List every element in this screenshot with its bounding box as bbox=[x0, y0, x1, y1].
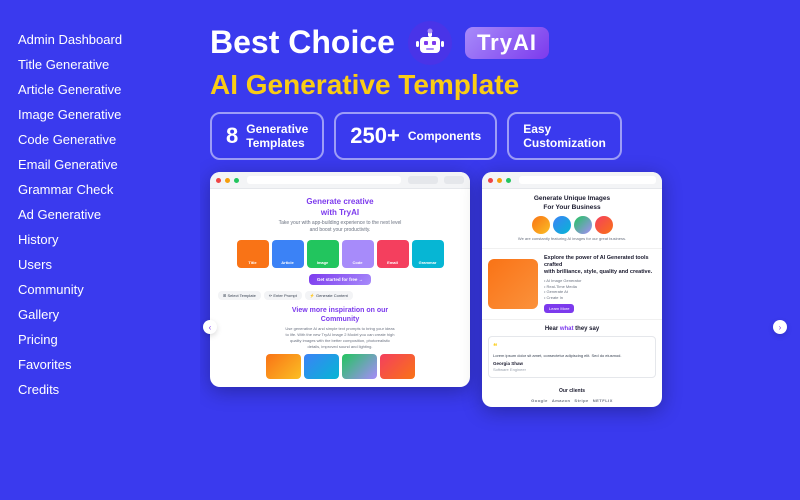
right-section-2: Explore the power of AI Generated tools … bbox=[482, 249, 662, 320]
browser-btn bbox=[444, 176, 464, 184]
right-mid-text: Explore the power of AI Generated tools … bbox=[544, 255, 656, 313]
right-clients-title: Our clients bbox=[482, 384, 662, 398]
preview-card-image: Image bbox=[307, 240, 339, 268]
sidebar-item-ad-generative[interactable]: Ad Generative bbox=[16, 203, 184, 226]
template-chip-select: ⊞ Select Template bbox=[218, 291, 261, 300]
badge-templates-number: 8 bbox=[226, 123, 238, 149]
right-logos: Google Amazon Stripe NETFLIX bbox=[482, 398, 662, 407]
preview-right: Generate Unique ImagesFor Your Business … bbox=[482, 172, 662, 407]
sidebar-nav: Admin Dashboard Title Generative Article… bbox=[16, 28, 184, 401]
badge-templates-text: Generative Templates bbox=[246, 122, 308, 151]
right-section-1: Generate Unique ImagesFor Your Business … bbox=[482, 189, 662, 248]
feature-badge-customization: Easy Customization bbox=[507, 112, 622, 161]
hero-title-line1: Best Choice TryAI bbox=[210, 18, 780, 68]
url-bar-r bbox=[519, 176, 656, 184]
preview-hero-sub: Take your with app-building experience t… bbox=[218, 220, 462, 234]
hero-section: Best Choice TryAI bbox=[210, 18, 780, 160]
sidebar-item-admin-dashboard[interactable]: Admin Dashboard bbox=[16, 28, 184, 51]
preview-cards-row: Title Article Image Code Email Grammar bbox=[218, 240, 462, 268]
preview-template-row: ⊞ Select Template ✏ Enter Prompt ⚡ Gener… bbox=[218, 291, 462, 300]
sidebar-item-community[interactable]: Community bbox=[16, 278, 184, 301]
right-testimonial-title: Hear what they say bbox=[488, 326, 656, 332]
preview-card-title: Title bbox=[237, 240, 269, 268]
template-chip-prompt: ✏ Enter Prompt bbox=[264, 291, 302, 300]
sidebar-item-code-generative[interactable]: Code Generative bbox=[16, 128, 184, 151]
avatar-2 bbox=[553, 216, 571, 234]
preview-nav-right[interactable]: › bbox=[773, 320, 787, 334]
template-chip-generate: ⚡ Generate Content bbox=[305, 291, 353, 300]
feature-badges: 8 Generative Templates 250+ Components E… bbox=[210, 112, 780, 161]
dot-green bbox=[234, 178, 239, 183]
preview-card-article: Article bbox=[272, 240, 304, 268]
preview-image-row bbox=[218, 354, 462, 379]
preview-card-email: Email bbox=[377, 240, 409, 268]
dot-yellow-r bbox=[497, 178, 502, 183]
dot-red-r bbox=[488, 178, 493, 183]
logo-amazon: Amazon bbox=[552, 398, 571, 403]
preview-img-4 bbox=[380, 354, 415, 379]
right-s1-title: Generate Unique ImagesFor Your Business bbox=[488, 195, 656, 212]
logo-google: Google bbox=[531, 398, 548, 403]
hero-title-line2: AI Generative Template bbox=[210, 68, 780, 102]
avatar-3 bbox=[574, 216, 592, 234]
right-quote-text: Lorem ipsum dolor sit amet, consectetur … bbox=[493, 353, 651, 359]
badge-customization-text: Easy Customization bbox=[523, 122, 606, 151]
dot-yellow bbox=[225, 178, 230, 183]
right-reviewer-title: Software Engineer bbox=[493, 367, 651, 373]
preview-cta-btn[interactable]: Get started for free → bbox=[309, 274, 371, 285]
sidebar-item-favorites[interactable]: Favorites bbox=[16, 353, 184, 376]
right-s1-body: We are constantly featuring AI images fo… bbox=[488, 236, 656, 242]
right-quote-box: ❝ Lorem ipsum dolor sit amet, consectetu… bbox=[488, 336, 656, 379]
right-reviewer-name: Georgia Shaw bbox=[493, 361, 651, 368]
sidebar-item-users[interactable]: Users bbox=[16, 253, 184, 276]
badge-components-number: 250+ bbox=[350, 123, 400, 149]
url-bar bbox=[247, 176, 401, 184]
feature-badge-components: 250+ Components bbox=[334, 112, 497, 161]
sidebar-item-gallery[interactable]: Gallery bbox=[16, 303, 184, 326]
browser-nav bbox=[408, 176, 438, 184]
dot-red bbox=[216, 178, 221, 183]
right-mid-title: Explore the power of AI Generated tools … bbox=[544, 255, 656, 276]
sidebar-item-grammar-check[interactable]: Grammar Check bbox=[16, 178, 184, 201]
sidebar: Admin Dashboard Title Generative Article… bbox=[0, 0, 200, 500]
preview-left-content: Generate creativewith TryAI Take your wi… bbox=[210, 189, 470, 387]
sidebar-item-history[interactable]: History bbox=[16, 228, 184, 251]
dot-green-r bbox=[506, 178, 511, 183]
preview-left: Generate creativewith TryAI Take your wi… bbox=[210, 172, 470, 387]
preview-community-title: View more inspiration on ourCommunity bbox=[218, 306, 462, 324]
avatar-4 bbox=[595, 216, 613, 234]
feature-badge-templates: 8 Generative Templates bbox=[210, 112, 324, 161]
robot-icon bbox=[405, 18, 455, 68]
preview-img-3 bbox=[342, 354, 377, 379]
right-testimonial: Hear what they say ❝ Lorem ipsum dolor s… bbox=[482, 320, 662, 385]
preview-card-grammar: Grammar bbox=[412, 240, 444, 268]
preview-nav-left[interactable]: ‹ bbox=[203, 320, 217, 334]
preview-card-code: Code bbox=[342, 240, 374, 268]
sidebar-item-pricing[interactable]: Pricing bbox=[16, 328, 184, 351]
preview-hero-title: Generate creativewith TryAI bbox=[218, 197, 462, 218]
logo-netflix: NETFLIX bbox=[593, 398, 613, 403]
right-mid-btn[interactable]: Learn More bbox=[544, 304, 574, 313]
sidebar-item-email-generative[interactable]: Email Generative bbox=[16, 153, 184, 176]
hero-text: Best Choice TryAI bbox=[210, 18, 780, 160]
badge-components-text: Components bbox=[408, 129, 481, 143]
preview-community-body: Use generative AI and simple text prompt… bbox=[218, 326, 462, 350]
preview-img-2 bbox=[304, 354, 339, 379]
browser-bar-right bbox=[482, 172, 662, 189]
browser-bar-left bbox=[210, 172, 470, 189]
right-mid-img bbox=[488, 259, 538, 309]
right-mid-body: • AI Image Generator • Real-Time Media •… bbox=[544, 278, 656, 300]
right-avatars bbox=[488, 216, 656, 234]
previews-wrapper: ‹ Generate creativewith TryAI Take your … bbox=[210, 172, 780, 482]
sidebar-item-image-generative[interactable]: Image Generative bbox=[16, 103, 184, 126]
sidebar-item-title-generative[interactable]: Title Generative bbox=[16, 53, 184, 76]
tryai-badge: TryAI bbox=[465, 27, 549, 59]
sidebar-item-credits[interactable]: Credits bbox=[16, 378, 184, 401]
main-content: Best Choice TryAI bbox=[200, 0, 800, 500]
preview-img-1 bbox=[266, 354, 301, 379]
hero-title-best-choice: Best Choice bbox=[210, 25, 395, 60]
sidebar-item-article-generative[interactable]: Article Generative bbox=[16, 78, 184, 101]
avatar-1 bbox=[532, 216, 550, 234]
logo-stripe: Stripe bbox=[574, 398, 588, 403]
